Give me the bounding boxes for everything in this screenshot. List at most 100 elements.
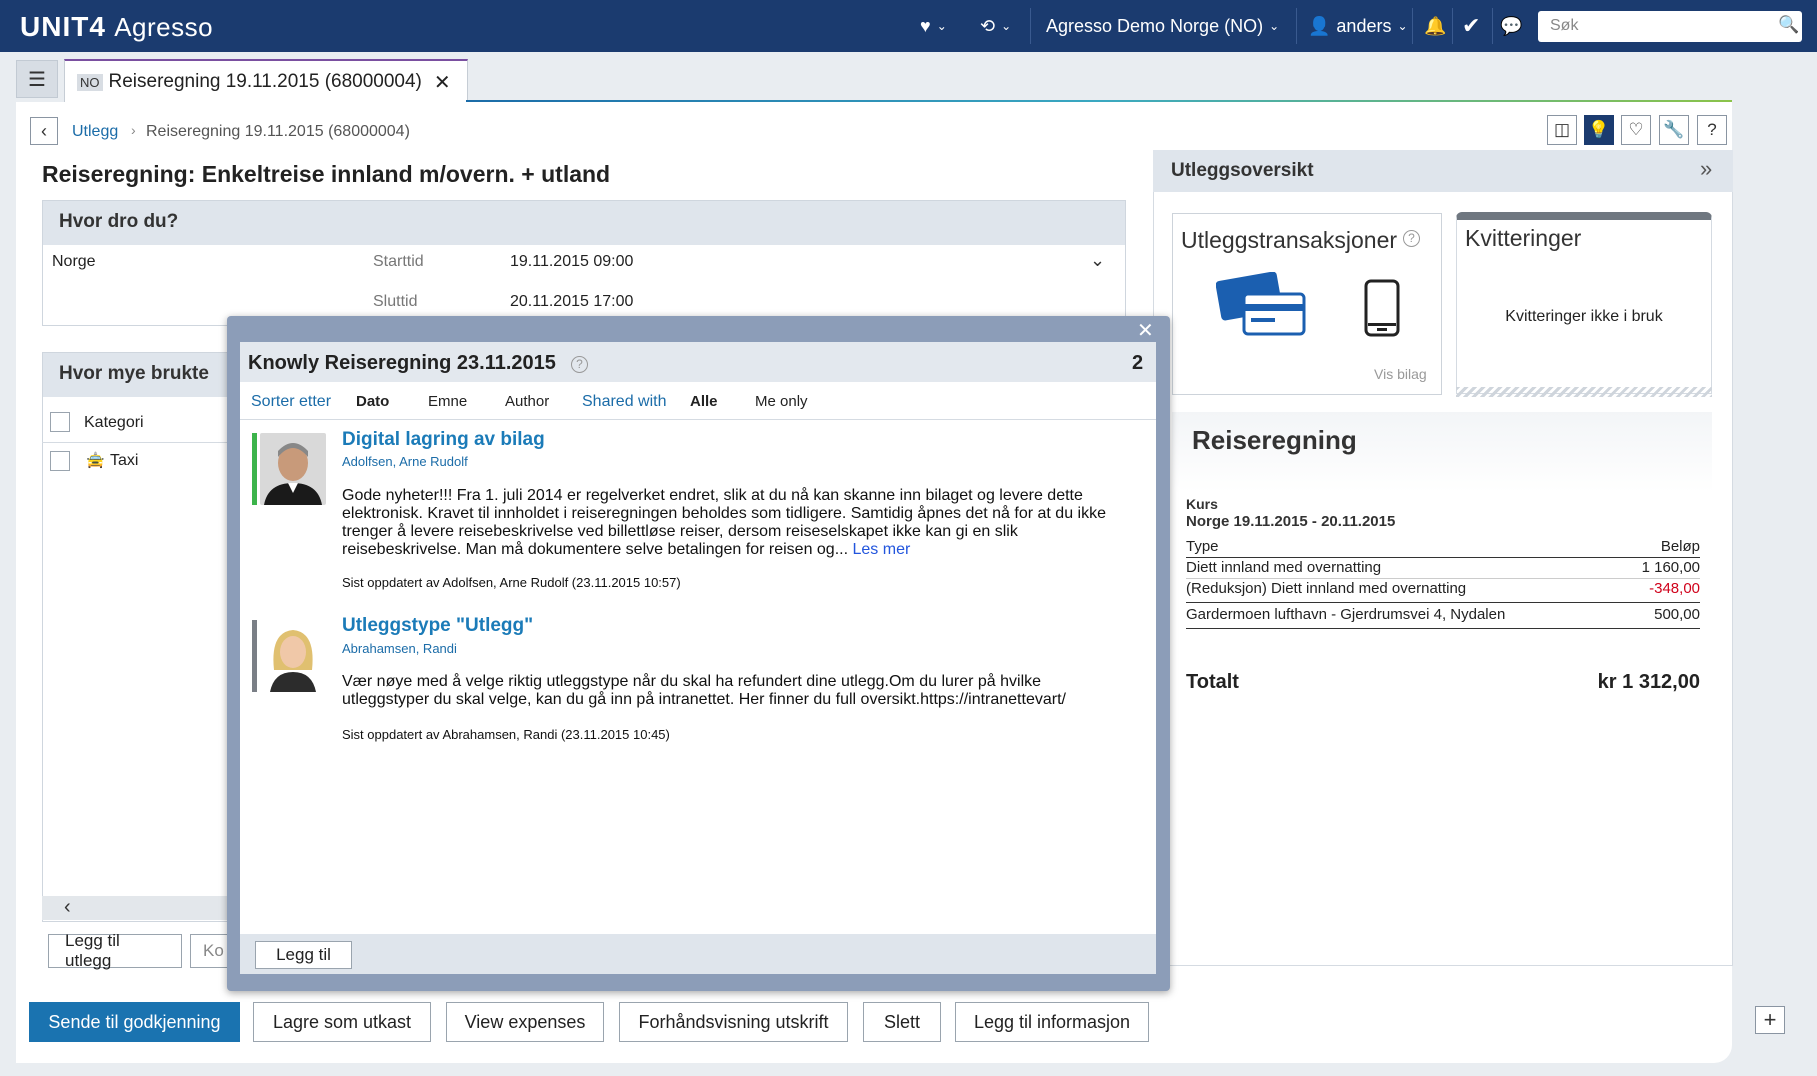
save-draft-button[interactable]: Lagre som utkast: [253, 1002, 431, 1042]
summary-total-row: Totalt kr 1 312,00: [1186, 671, 1700, 694]
summary-row: Diett innland med overnatting 1 160,00: [1186, 559, 1700, 576]
column-header-category[interactable]: Kategori: [84, 414, 144, 432]
back-button[interactable]: ‹: [30, 117, 58, 145]
shared-option-me-only[interactable]: Me only: [755, 393, 808, 410]
search-icon[interactable]: 🔍: [1778, 15, 1799, 35]
close-icon[interactable]: ✕: [434, 70, 451, 95]
expense-overview-heading: Utleggsoversikt: [1153, 150, 1733, 192]
divider: [1186, 602, 1700, 603]
favorite-button[interactable]: ♡: [1621, 115, 1651, 145]
tasks-button[interactable]: ✔: [1462, 0, 1480, 52]
columns-icon: ◫: [1553, 120, 1571, 139]
horizontal-scrollbar[interactable]: [42, 896, 242, 920]
view-expenses-button[interactable]: View expenses: [446, 1002, 604, 1042]
heart-icon: ♥: [920, 15, 931, 36]
view-attachment-link[interactable]: Vis bilag: [1374, 366, 1427, 382]
end-time-label: Sluttid: [373, 293, 418, 310]
heart-outline-icon: ♡: [1628, 120, 1644, 139]
note-updated: Sist oppdatert av Adolfsen, Arne Rudolf …: [342, 575, 681, 590]
start-time-label: Starttid: [373, 253, 424, 270]
close-icon[interactable]: ✕: [1137, 318, 1154, 343]
tab-label: Reiseregning 19.11.2015 (68000004): [108, 71, 422, 92]
start-time-value[interactable]: 19.11.2015 09:00: [510, 253, 633, 271]
note-title[interactable]: Utleggstype "Utlegg": [342, 615, 533, 637]
where-section-heading: Hvor dro du?: [43, 201, 1125, 245]
divider: [1492, 8, 1493, 44]
end-time-value[interactable]: 20.11.2015 17:00: [510, 293, 633, 311]
sort-option-author[interactable]: Author: [505, 393, 549, 410]
sort-option-subject[interactable]: Emne: [428, 393, 467, 410]
menu-list-button[interactable]: ☰: [16, 60, 58, 98]
history-menu[interactable]: ⟲ ⌄: [980, 0, 1011, 52]
note-author[interactable]: Adolfsen, Arne Rudolf: [342, 454, 468, 469]
note-title[interactable]: Digital lagring av bilag: [342, 429, 545, 451]
receipts-status: Kvitteringer ikke i bruk: [1505, 308, 1663, 325]
sort-option-date[interactable]: Dato: [356, 393, 389, 410]
language-badge: NO: [77, 73, 103, 91]
note-updated: Sist oppdatert av Abrahamsen, Randi (23.…: [342, 727, 670, 742]
send-for-approval-button[interactable]: Sende til godkjenning: [29, 1002, 240, 1042]
chevron-down-icon: ⌄: [936, 19, 947, 33]
receipts-title: Kvitteringer: [1465, 225, 1582, 251]
tab-reiseregning[interactable]: NO Reiseregning 19.11.2015 (68000004) ✕: [64, 59, 468, 103]
summary-row: Gardermoen lufthavn - Gjerdrumsvei 4, Ny…: [1186, 606, 1700, 623]
add-icon[interactable]: +: [1755, 1006, 1785, 1034]
favorites-menu[interactable]: ♥ ⌄: [920, 0, 947, 52]
shared-option-all[interactable]: Alle: [690, 393, 718, 410]
destination-value[interactable]: Norge: [52, 253, 96, 271]
knowly-title: Knowly Reiseregning 23.11.2015: [248, 352, 556, 374]
company-selector[interactable]: Agresso Demo Norge (NO) ⌄: [1046, 0, 1279, 52]
help-icon[interactable]: ?: [1403, 230, 1420, 247]
help-icon: ?: [1707, 120, 1717, 139]
search-input[interactable]: Søk: [1538, 11, 1802, 42]
receipt-edge: [1456, 387, 1712, 397]
column-header-type: Type: [1186, 538, 1219, 555]
note-status-bar: [252, 433, 257, 505]
user-menu[interactable]: 👤 anders ⌄: [1308, 0, 1408, 52]
summary-row-amount: 1 160,00: [1641, 559, 1700, 576]
expand-chevrons-icon[interactable]: ⌄: [1090, 250, 1105, 271]
collapse-panel-icon[interactable]: »: [1700, 156, 1712, 182]
help-icon[interactable]: ?: [571, 356, 588, 373]
note-body: Gode nyheter!!! Fra 1. juli 2014 er rege…: [342, 487, 1132, 559]
avatar: [260, 620, 326, 692]
read-more-link[interactable]: Les mer: [853, 541, 911, 558]
row-category-taxi[interactable]: Taxi: [110, 452, 138, 470]
company-label: Agresso Demo Norge (NO): [1046, 15, 1264, 36]
divider: [1186, 628, 1700, 629]
transactions-title: Utleggstransaksjoner: [1181, 227, 1398, 253]
tools-button[interactable]: 🔧: [1659, 115, 1689, 145]
delete-button[interactable]: Slett: [863, 1002, 941, 1042]
row-checkbox[interactable]: [50, 451, 70, 471]
summary-row-amount: 500,00: [1654, 606, 1700, 623]
summary-row-amount-negative: -348,00: [1649, 580, 1700, 597]
divider: [1452, 8, 1453, 44]
add-expense-button[interactable]: Legg til utlegg: [48, 931, 182, 970]
summary-row-type: Diett innland med overnatting: [1186, 559, 1382, 576]
sort-label: Sorter etter: [251, 393, 332, 410]
breadcrumb-parent-link[interactable]: Utlegg: [72, 123, 118, 141]
kurs-value: Norge 19.11.2015 - 20.11.2015: [1186, 513, 1396, 530]
print-preview-button[interactable]: Forhåndsvisning utskrift: [619, 1002, 848, 1042]
chevron-down-icon: ⌄: [1397, 19, 1408, 33]
help-button[interactable]: ?: [1697, 115, 1727, 145]
avatar: [260, 433, 326, 505]
knowly-button[interactable]: 💡: [1584, 115, 1614, 145]
select-all-checkbox[interactable]: [50, 412, 70, 432]
add-note-button[interactable]: Legg til: [255, 941, 352, 969]
user-name: anders: [1336, 15, 1392, 36]
scroll-left-icon[interactable]: ‹: [64, 896, 71, 919]
messages-button[interactable]: 💬: [1500, 0, 1522, 52]
divider: [1030, 8, 1031, 44]
smartphone-icon: [1364, 279, 1400, 337]
split-view-button[interactable]: ◫: [1547, 115, 1577, 145]
add-information-button[interactable]: Legg til informasjon: [955, 1002, 1149, 1042]
wrench-icon: 🔧: [1663, 120, 1685, 139]
bell-icon: 🔔: [1424, 15, 1447, 36]
summary-row-type: Gardermoen lufthavn - Gjerdrumsvei 4, Ny…: [1186, 606, 1506, 623]
lightbulb-icon: 💡: [1588, 120, 1610, 139]
notifications-button[interactable]: 🔔: [1424, 0, 1446, 52]
divider: [42, 442, 242, 443]
app-logo[interactable]: UNIT4 Agresso: [20, 11, 213, 43]
note-author[interactable]: Abrahamsen, Randi: [342, 641, 457, 656]
